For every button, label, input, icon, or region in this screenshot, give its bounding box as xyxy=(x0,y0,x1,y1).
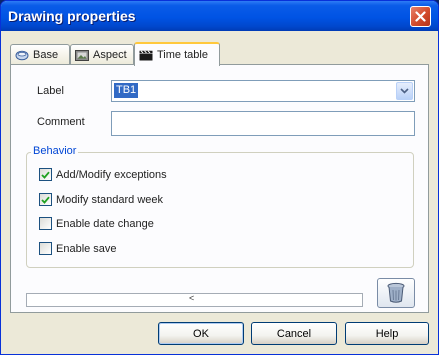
cylinder-icon xyxy=(15,50,29,60)
checkbox-modify-standard-week[interactable]: Modify standard week xyxy=(39,193,163,206)
tab-label: Time table xyxy=(157,49,208,61)
window-title: Drawing properties xyxy=(8,8,136,24)
dropdown-button[interactable] xyxy=(396,82,413,100)
ok-button[interactable]: OK xyxy=(158,322,244,345)
checkbox[interactable] xyxy=(39,168,52,181)
tab-time-table[interactable]: Time table xyxy=(134,42,220,66)
label-caption: Label xyxy=(37,85,64,97)
comment-input[interactable] xyxy=(111,111,415,136)
chevron-down-icon xyxy=(400,88,409,94)
comment-caption: Comment xyxy=(37,116,85,128)
delete-button[interactable] xyxy=(377,278,415,308)
tab-label: Aspect xyxy=(93,49,127,61)
checkbox-label: Enable date change xyxy=(56,217,154,230)
tab-aspect[interactable]: Aspect xyxy=(70,44,134,65)
clapperboard-icon xyxy=(139,49,153,60)
picture-icon xyxy=(75,49,89,61)
checkbox-label: Add/Modify exceptions xyxy=(56,168,167,181)
close-icon xyxy=(415,11,426,22)
checkbox-label: Modify standard week xyxy=(56,193,163,206)
checkbox-enable-date-change[interactable]: Enable date change xyxy=(39,217,154,230)
tab-panel-time-table: Label TB1 Comment Behavior Add/Modify ex… xyxy=(10,64,429,313)
checkbox[interactable] xyxy=(39,217,52,230)
status-field[interactable]: < xyxy=(26,293,363,307)
label-dropdown-value: TB1 xyxy=(114,83,139,98)
title-bar[interactable]: Drawing properties xyxy=(1,1,438,31)
help-button[interactable]: Help xyxy=(345,322,429,345)
tab-label: Base xyxy=(33,49,59,61)
checkbox-enable-save[interactable]: Enable save xyxy=(39,242,117,255)
close-button[interactable] xyxy=(410,6,431,27)
trash-can-icon xyxy=(387,282,405,303)
checkmark-icon xyxy=(41,196,50,204)
status-caret: < xyxy=(189,293,195,303)
checkbox-label: Enable save xyxy=(56,242,117,255)
checkmark-icon xyxy=(41,171,50,179)
checkbox-add-modify-exceptions[interactable]: Add/Modify exceptions xyxy=(39,168,167,181)
tab-base[interactable]: Base xyxy=(10,44,70,65)
behavior-legend: Behavior xyxy=(31,145,79,157)
label-dropdown[interactable]: TB1 xyxy=(111,80,415,102)
dialog-window: Drawing properties Base Aspect Time tabl… xyxy=(0,0,439,355)
checkbox[interactable] xyxy=(39,193,52,206)
behavior-group: Behavior Add/Modify exceptions Modify st… xyxy=(26,145,414,268)
checkbox[interactable] xyxy=(39,242,52,255)
cancel-button[interactable]: Cancel xyxy=(251,322,337,345)
